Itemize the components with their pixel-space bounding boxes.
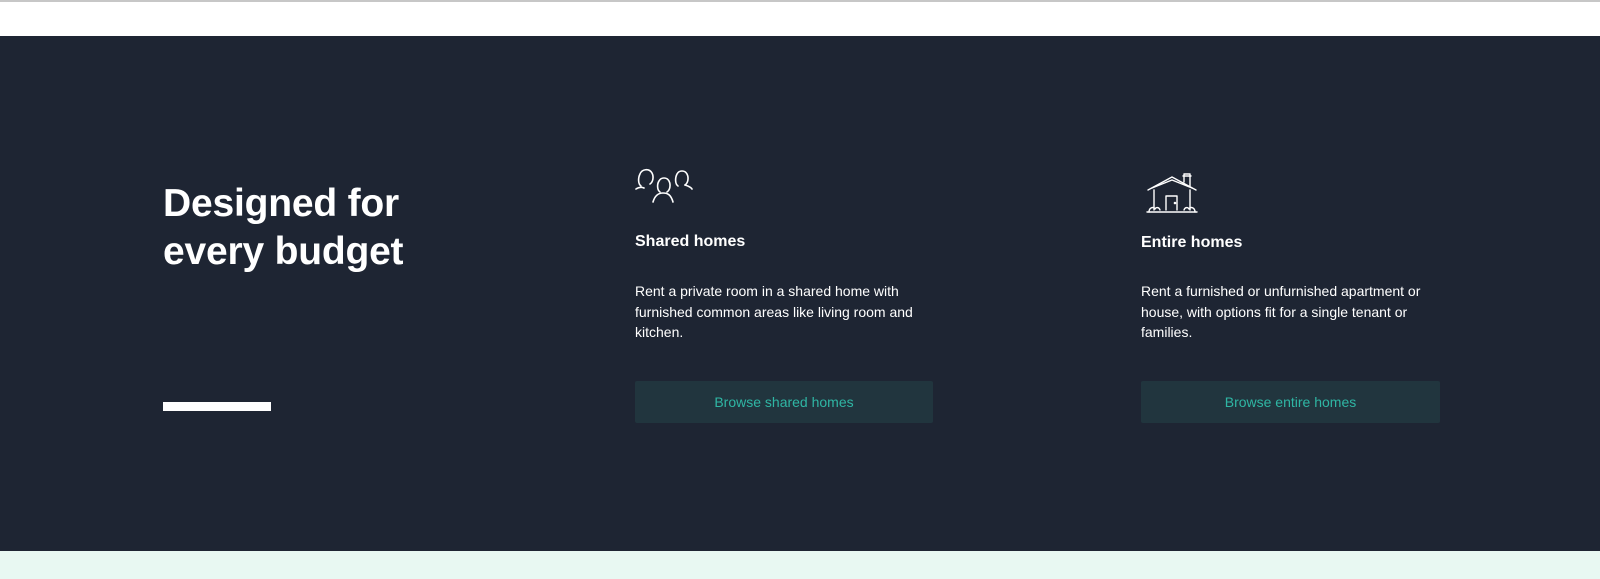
- people-group-icon: [635, 168, 693, 203]
- house-icon: [1146, 173, 1198, 213]
- browse-shared-homes-button[interactable]: Browse shared homes: [635, 381, 933, 423]
- heading-accent-bar: [163, 402, 271, 411]
- shared-homes-description: Rent a private room in a shared home wit…: [635, 283, 913, 340]
- top-header-strip: [0, 0, 1600, 36]
- next-section-strip: [0, 551, 1600, 579]
- section-heading: Designed for every budget: [163, 182, 404, 273]
- browse-entire-homes-button[interactable]: Browse entire homes: [1141, 381, 1440, 423]
- shared-homes-title: Shared homes: [635, 233, 746, 250]
- entire-homes-description: Rent a furnished or unfurnished apartmen…: [1141, 283, 1421, 340]
- entire-homes-title: Entire homes: [1141, 234, 1243, 251]
